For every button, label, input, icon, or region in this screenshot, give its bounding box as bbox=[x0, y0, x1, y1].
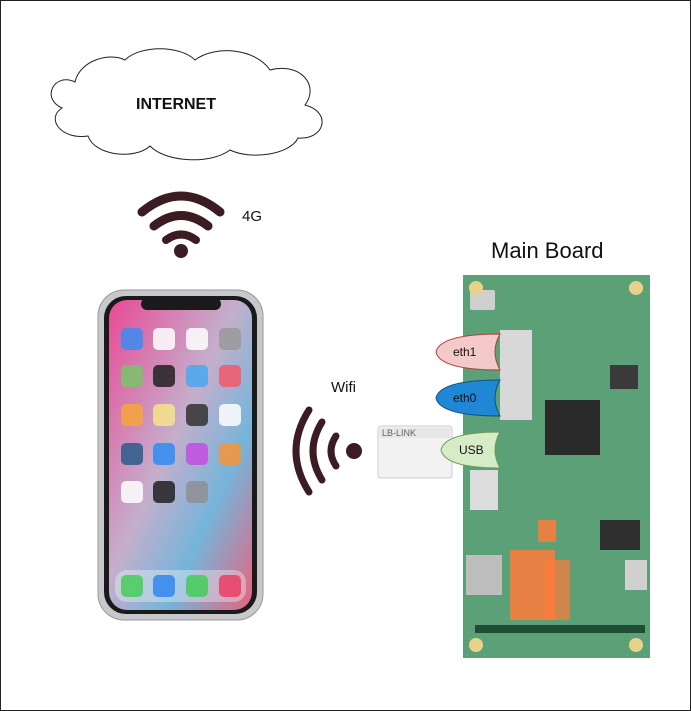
wifi-label: Wifi bbox=[331, 379, 356, 396]
eth1-label: eth1 bbox=[453, 345, 477, 359]
cellular-label: 4G bbox=[242, 208, 263, 225]
internet-label: INTERNET bbox=[136, 96, 216, 113]
smartphone bbox=[97, 289, 264, 621]
phone-notch bbox=[141, 298, 221, 310]
network-diagram bbox=[50, 48, 650, 658]
dongle-brand: LB-LINK bbox=[382, 428, 417, 438]
usb-label: USB bbox=[459, 443, 484, 457]
eth0-label: eth0 bbox=[453, 391, 477, 405]
board-title: Main Board bbox=[491, 238, 604, 263]
cellular-signal-icon bbox=[137, 191, 225, 258]
wifi-signal-icon bbox=[292, 406, 362, 496]
